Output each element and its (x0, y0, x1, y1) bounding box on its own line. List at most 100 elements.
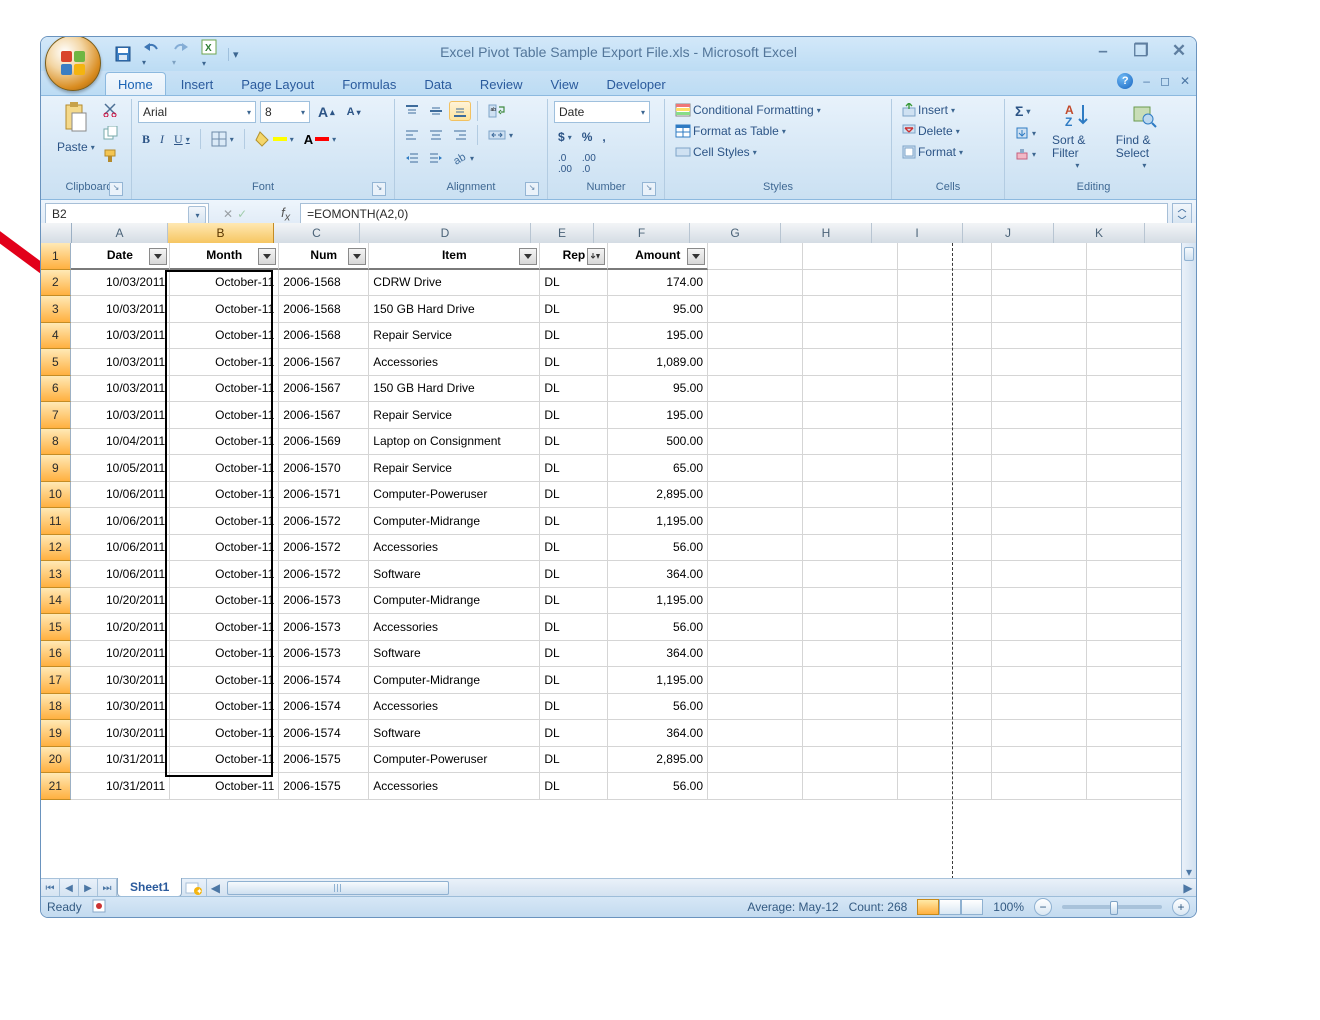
save-icon[interactable] (115, 46, 131, 62)
cell[interactable]: 10/03/2011 (71, 402, 171, 429)
cell[interactable] (992, 667, 1087, 694)
cell[interactable]: 2006-1570 (279, 455, 369, 482)
cell[interactable]: 1,195.00 (608, 508, 708, 535)
cell[interactable]: DL (540, 270, 608, 297)
row-header-14[interactable]: 14 (41, 588, 71, 615)
fill-icon[interactable]: ▾ (1011, 124, 1040, 142)
cell[interactable] (803, 323, 898, 350)
header-cell-rep[interactable]: Rep (540, 243, 608, 270)
header-cell-date[interactable]: Date (71, 243, 171, 270)
format-as-table-button[interactable]: Format as Table▾ (671, 122, 790, 140)
cell[interactable]: 150 GB Hard Drive (369, 296, 540, 323)
cell[interactable] (992, 614, 1087, 641)
cell[interactable] (1087, 667, 1182, 694)
cell[interactable]: DL (540, 720, 608, 747)
cell[interactable] (708, 535, 803, 562)
cell[interactable] (803, 508, 898, 535)
cell[interactable] (708, 773, 803, 800)
number-format-select[interactable]: Date▾ (554, 101, 650, 123)
cell[interactable]: DL (540, 402, 608, 429)
font-launcher-icon[interactable]: ↘ (372, 182, 386, 196)
row-header-10[interactable]: 10 (41, 482, 71, 509)
filter-dropdown-icon[interactable] (587, 248, 605, 265)
cell[interactable]: 2006-1568 (279, 296, 369, 323)
cell[interactable]: 56.00 (608, 614, 708, 641)
cell[interactable]: Accessories (369, 614, 540, 641)
cell[interactable]: DL (540, 296, 608, 323)
cell[interactable] (803, 402, 898, 429)
cell[interactable]: 10/03/2011 (71, 323, 171, 350)
currency-icon[interactable]: $▾ (554, 128, 576, 146)
cell[interactable]: 10/05/2011 (71, 455, 171, 482)
column-header-D[interactable]: D (360, 223, 531, 243)
cell[interactable]: DL (540, 641, 608, 668)
macro-record-icon[interactable] (92, 899, 106, 916)
cell[interactable]: DL (540, 376, 608, 403)
cell[interactable]: Accessories (369, 694, 540, 721)
tab-view[interactable]: View (538, 72, 592, 95)
cell[interactable] (708, 296, 803, 323)
cell[interactable] (1087, 482, 1182, 509)
cell[interactable]: Repair Service (369, 323, 540, 350)
cell[interactable] (803, 641, 898, 668)
cell[interactable]: DL (540, 667, 608, 694)
filter-dropdown-icon[interactable] (348, 248, 366, 265)
cell[interactable] (1087, 270, 1182, 297)
enter-formula-icon[interactable]: ✓ (237, 207, 247, 221)
cell[interactable]: 10/31/2011 (71, 773, 171, 800)
horizontal-scrollbar[interactable]: ◀ ▶ (206, 879, 1196, 897)
orientation-icon[interactable]: ab▾ (449, 149, 478, 167)
filter-dropdown-icon[interactable] (149, 248, 167, 265)
cell[interactable] (708, 694, 803, 721)
vertical-scrollbar[interactable]: ▴ ▾ (1181, 243, 1196, 879)
tab-insert[interactable]: Insert (168, 72, 227, 95)
minimize-button[interactable]: – (1092, 41, 1114, 61)
cell[interactable] (1087, 376, 1182, 403)
cell[interactable]: 2006-1574 (279, 720, 369, 747)
row-header-17[interactable]: 17 (41, 667, 71, 694)
column-header-K[interactable]: K (1054, 223, 1145, 243)
cell[interactable]: October-11 (170, 349, 279, 376)
select-all-corner[interactable] (41, 223, 72, 243)
restore-button[interactable]: ❐ (1130, 41, 1152, 61)
cell[interactable]: 95.00 (608, 296, 708, 323)
cell[interactable] (1087, 455, 1182, 482)
cell[interactable]: 2006-1571 (279, 482, 369, 509)
tab-developer[interactable]: Developer (593, 72, 678, 95)
cell[interactable] (708, 482, 803, 509)
cell[interactable]: October-11 (170, 773, 279, 800)
cell[interactable]: 195.00 (608, 402, 708, 429)
workbook-restore-button[interactable]: ◻ (1160, 74, 1170, 88)
column-header-F[interactable]: F (594, 223, 690, 243)
cell[interactable] (708, 323, 803, 350)
cell[interactable]: DL (540, 694, 608, 721)
cell[interactable] (898, 747, 993, 774)
cell[interactable]: 500.00 (608, 429, 708, 456)
header-cell-amount[interactable]: Amount (608, 243, 708, 270)
cell[interactable] (898, 270, 993, 297)
column-header-C[interactable]: C (274, 223, 360, 243)
row-header-5[interactable]: 5 (41, 349, 71, 376)
row-header-9[interactable]: 9 (41, 455, 71, 482)
tab-review[interactable]: Review (467, 72, 536, 95)
row-header-13[interactable]: 13 (41, 561, 71, 588)
page-layout-view-button[interactable] (939, 899, 961, 915)
cell[interactable] (992, 429, 1087, 456)
row-header-1[interactable]: 1 (41, 243, 71, 270)
cell[interactable]: DL (540, 349, 608, 376)
cell[interactable]: CDRW Drive (369, 270, 540, 297)
cell[interactable] (992, 773, 1087, 800)
decrease-decimal-icon[interactable]: .00.0 (578, 151, 600, 177)
cell[interactable] (803, 720, 898, 747)
cell[interactable] (898, 376, 993, 403)
cell[interactable]: 2006-1572 (279, 535, 369, 562)
cell[interactable]: 10/03/2011 (71, 349, 171, 376)
copy-icon[interactable] (103, 126, 119, 143)
cell[interactable]: 10/03/2011 (71, 376, 171, 403)
row-header-3[interactable]: 3 (41, 296, 71, 323)
new-sheet-icon[interactable]: ✦ (182, 879, 206, 897)
cell[interactable] (992, 694, 1087, 721)
number-launcher-icon[interactable]: ↘ (642, 182, 656, 196)
excel-file-icon[interactable]: X▾ (201, 39, 217, 69)
header-cell-item[interactable]: Item (369, 243, 540, 270)
